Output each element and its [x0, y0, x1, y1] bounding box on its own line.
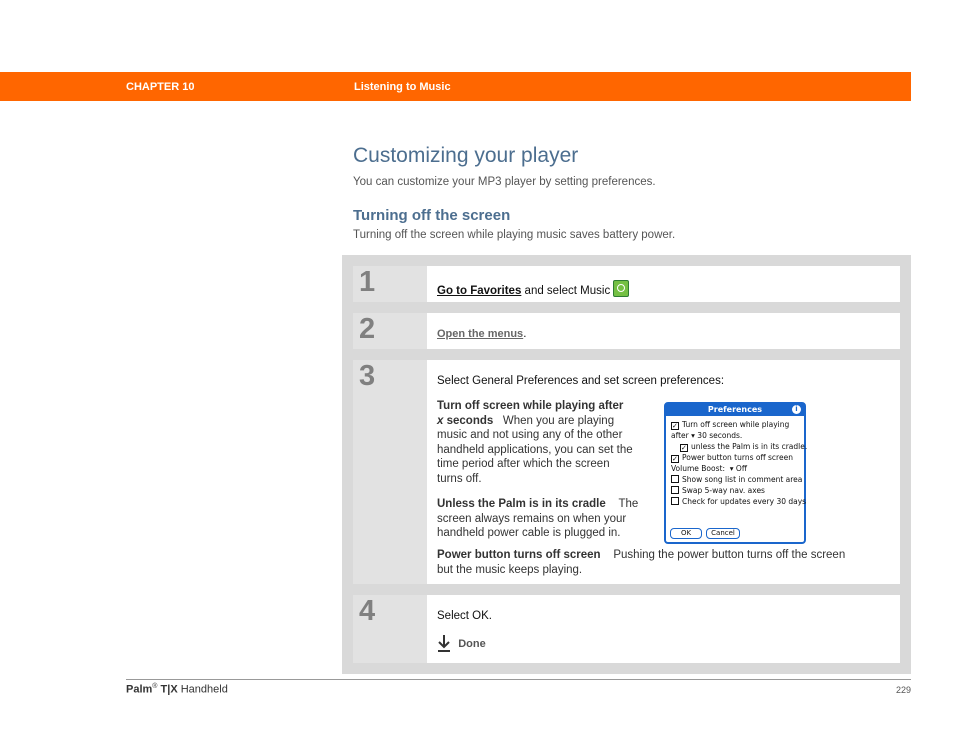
- term: Unless the Palm is in its cradle: [437, 498, 606, 510]
- page-lead: You can customize your MP3 player by set…: [353, 176, 656, 188]
- pref-label: Power button turns off screen: [682, 453, 793, 462]
- cradle-description: Unless the Palm is in its cradle The scr…: [437, 497, 662, 541]
- footer-model: T|X: [160, 683, 178, 696]
- desc: Pushing the power button turns off the s…: [613, 549, 846, 561]
- step-1: 1 Go to Favorites and select Music: [353, 266, 900, 302]
- pref-label: Show song list in comment area: [682, 475, 803, 484]
- checked-checkbox-icon: ✓: [680, 444, 688, 452]
- turn-off-screen-description: Turn off screen while playing after x se…: [437, 399, 662, 486]
- power-button-description: Power button turns off screen Pushing th…: [437, 548, 897, 577]
- pref-label: Turn off screen while playing: [682, 420, 790, 429]
- checkbox-icon: [671, 475, 679, 483]
- pref-row: Volume Boost: ▾ Off: [671, 464, 747, 473]
- footer-reg-mark: ®: [152, 683, 158, 690]
- pref-label: Volume Boost:: [671, 464, 725, 473]
- chapter-label: CHAPTER 10: [126, 81, 195, 93]
- desc-line: music and not using any of the other: [437, 429, 623, 441]
- pref-row: Swap 5-way nav. axes: [671, 486, 765, 495]
- desc-line: screen always remains on when your: [437, 512, 627, 525]
- footer-brand: Palm: [126, 683, 153, 696]
- footer-product: Palm® T|X Handheld: [126, 683, 228, 696]
- footer-product-name: Handheld: [177, 683, 228, 696]
- pref-row: ✓ Power button turns off screen: [671, 453, 793, 463]
- checked-checkbox-icon: ✓: [671, 455, 679, 463]
- desc: The: [618, 498, 639, 510]
- checked-checkbox-icon: ✓: [671, 422, 679, 430]
- open-the-menus-link[interactable]: Open the menus: [437, 328, 523, 340]
- step-1-instruction: and select Music: [521, 285, 611, 297]
- pref-row: ✓ unless the Palm is in its cradle.: [680, 442, 807, 452]
- step-1-text: Go to Favorites and select Music: [437, 280, 630, 298]
- pref-label: Check for updates every 30 days: [682, 497, 807, 506]
- step-4: 4 Select OK. Done: [353, 595, 900, 663]
- step-3-instruction: Select General Preferences and set scree…: [437, 375, 725, 387]
- term: Power button turns off screen: [437, 549, 601, 561]
- dialog-ok-button: OK: [670, 528, 702, 539]
- dialog-cancel-button: Cancel: [706, 528, 740, 539]
- done-label: Done: [458, 638, 486, 650]
- desc-line: turns off.: [437, 472, 482, 485]
- go-to-favorites-link[interactable]: Go to Favorites: [437, 285, 521, 297]
- pref-label: Swap 5-way nav. axes: [682, 486, 765, 495]
- info-icon: i: [792, 405, 801, 414]
- checkbox-icon: [671, 486, 679, 494]
- music-app-icon: [613, 280, 630, 297]
- preferences-dialog-screenshot: Preferences i ✓ Turn off screen while pla…: [664, 402, 807, 544]
- step-number: 1: [359, 266, 376, 298]
- footer-divider: [126, 679, 911, 680]
- dropdown-arrow-icon: ▾: [691, 431, 695, 440]
- pref-row: Show song list in comment area: [671, 475, 802, 484]
- dialog-title: Preferences: [666, 404, 804, 416]
- step-2-text: Open the menus.: [437, 327, 526, 341]
- step-number: 2: [359, 313, 376, 345]
- done-marker: Done: [437, 634, 486, 652]
- step-2: 2 Open the menus.: [353, 313, 900, 349]
- checkbox-icon: [671, 497, 679, 505]
- desc-line: handheld applications, you can set the: [437, 443, 633, 456]
- term-suffix: seconds: [443, 414, 494, 427]
- chapter-header-bar: CHAPTER 10 Listening to Music: [0, 72, 911, 101]
- pref-label: unless the Palm is in its cradle.: [691, 442, 808, 451]
- pref-value: Off: [735, 464, 747, 473]
- page-number: 229: [895, 685, 911, 695]
- pref-label: seconds.: [709, 431, 743, 440]
- step-body: Select General Preferences and set scree…: [427, 360, 900, 584]
- desc: When you are playing: [502, 414, 615, 427]
- page-title: Customizing your player: [353, 144, 579, 167]
- step-3: 3 Select General Preferences and set scr…: [353, 360, 900, 584]
- term: Turn off screen while playing after: [437, 400, 624, 412]
- step-number: 3: [359, 360, 376, 392]
- pref-label: after: [671, 431, 689, 440]
- section-label: Listening to Music: [354, 81, 451, 93]
- pref-row: ✓ Turn off screen while playing: [671, 420, 789, 430]
- pref-value: 30: [697, 431, 707, 440]
- desc-line: time period after which the screen: [437, 458, 610, 470]
- step-number: 4: [359, 595, 376, 627]
- step-body: Open the menus.: [427, 313, 900, 349]
- step-body: Go to Favorites and select Music: [427, 266, 900, 302]
- step-body: Select OK. Done: [427, 595, 900, 663]
- dropdown-arrow-icon: ▾: [729, 464, 734, 473]
- pref-row: Check for updates every 30 days: [671, 497, 806, 506]
- desc-line: but the music keeps playing.: [437, 563, 583, 576]
- step-2-period: .: [523, 328, 527, 340]
- section-lead: Turning off the screen while playing mus…: [353, 229, 676, 241]
- pref-row: after ▾ 30 seconds.: [671, 431, 742, 440]
- desc-line: handheld power cable is plugged in.: [437, 527, 621, 539]
- section-subtitle: Turning off the screen: [353, 207, 511, 224]
- down-arrow-icon: [438, 635, 450, 652]
- step-4-instruction: Select OK.: [437, 610, 492, 622]
